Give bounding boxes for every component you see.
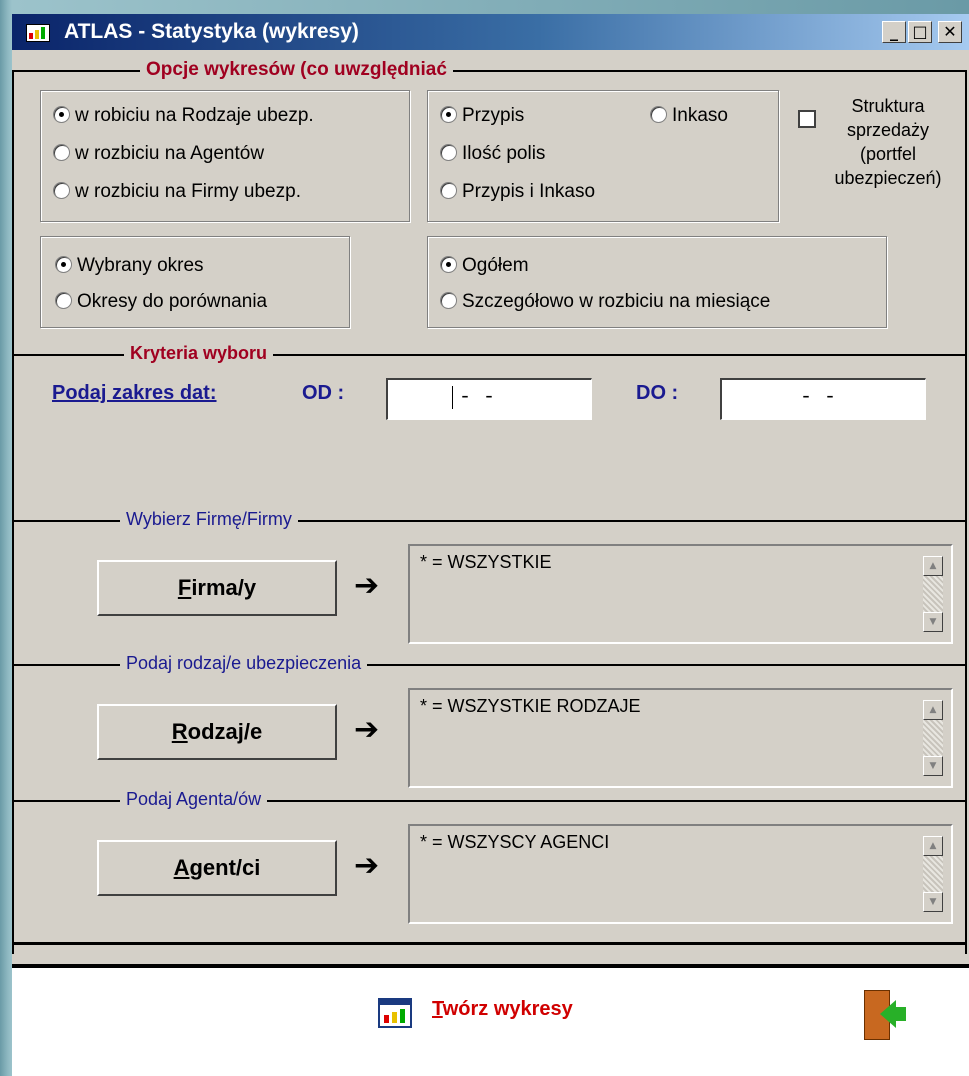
- radio-unchecked-icon: [440, 182, 457, 199]
- radio-by-firms[interactable]: w rozbiciu na Firmy ubezp.: [53, 181, 301, 203]
- radio-inkaso[interactable]: Inkaso: [650, 105, 728, 127]
- criteria-section-title: Kryteria wyboru: [124, 343, 274, 364]
- breakdown-group: w robiciu na Rodzaje ubezp. w rozbiciu n…: [40, 90, 410, 222]
- kind-section-title: Podaj rodzaj/e ubezpieczenia: [120, 653, 368, 674]
- radio-monthly-detail[interactable]: Szczegółowo w rozbiciu na miesiące: [440, 291, 770, 313]
- scroll-up-button[interactable]: ▲: [923, 700, 943, 720]
- chart-icon-bar: [392, 1012, 397, 1023]
- date-from-input[interactable]: - -: [386, 378, 592, 420]
- form-bottom-line: [12, 942, 967, 945]
- radio-unchecked-icon: [53, 144, 70, 161]
- arrow-right-icon: ➔: [354, 848, 380, 883]
- radio-przypis[interactable]: Przypis: [440, 105, 524, 127]
- value-type-group: Przypis Inkaso Ilość polis Przypis i Ink…: [427, 90, 779, 222]
- frame-right-line: [965, 70, 967, 954]
- chart-icon-bar: [400, 1009, 405, 1023]
- statistics-window: ATLAS - Statystyka (wykresy) _ □ ✕ Opcje…: [12, 14, 969, 1076]
- radio-compare-periods[interactable]: Okresy do porównania: [55, 291, 267, 313]
- radio-unchecked-icon: [55, 292, 72, 309]
- radio-unchecked-icon: [440, 292, 457, 309]
- exit-arrow-tail: [894, 1007, 906, 1021]
- exit-door-icon[interactable]: [862, 990, 908, 1040]
- arrow-right-icon: ➔: [354, 568, 380, 603]
- scroll-down-button[interactable]: ▼: [923, 892, 943, 912]
- radio-by-insurance-kind[interactable]: w robiciu na Rodzaje ubezp.: [53, 105, 314, 127]
- options-section-title: Opcje wykresów (co uwzględniać: [140, 59, 453, 81]
- scrollbar-track[interactable]: [923, 720, 943, 756]
- radio-checked-icon: [440, 106, 457, 123]
- arrow-right-icon: ➔: [354, 712, 380, 747]
- selected-kinds-list[interactable]: * = WSZYSTKIE RODZAJE ▲ ▼: [408, 688, 953, 788]
- chart-app-icon: [26, 24, 50, 42]
- scrollbar-track[interactable]: [923, 576, 943, 612]
- radio-przypis-and-inkaso[interactable]: Przypis i Inkaso: [440, 181, 595, 203]
- chart-icon[interactable]: [378, 998, 412, 1028]
- to-label: DO :: [636, 382, 679, 404]
- from-label: OD :: [302, 382, 345, 404]
- title-bar[interactable]: ATLAS - Statystyka (wykresy) _ □ ✕: [12, 14, 969, 50]
- window-title: ATLAS - Statystyka (wykresy): [64, 20, 359, 43]
- radio-overall[interactable]: Ogółem: [440, 255, 529, 277]
- firm-section-title: Wybierz Firmę/Firmy: [120, 509, 298, 530]
- select-agents-button[interactable]: Agent/ci: [97, 840, 337, 896]
- agent-section-title: Podaj Agenta/ów: [120, 789, 268, 810]
- date-to-input[interactable]: - -: [720, 378, 926, 420]
- radio-checked-icon: [55, 256, 72, 273]
- frame-left-line: [12, 70, 14, 954]
- radio-checked-icon: [53, 106, 70, 123]
- footer-bar: Twórz wykresy: [12, 964, 969, 1076]
- radio-by-agents[interactable]: w rozbiciu na Agentów: [53, 143, 264, 165]
- radio-unchecked-icon: [650, 106, 667, 123]
- maximize-button[interactable]: □: [908, 21, 932, 43]
- selected-firms-list[interactable]: * = WSZYSTKIE ▲ ▼: [408, 544, 953, 644]
- close-button[interactable]: ✕: [938, 21, 962, 43]
- chart-icon-header: [380, 1000, 410, 1005]
- period-group: Wybrany okres Okresy do porównania: [40, 236, 350, 328]
- scroll-down-button[interactable]: ▼: [923, 612, 943, 632]
- selected-agents-list[interactable]: * = WSZYSCY AGENCI ▲ ▼: [408, 824, 953, 924]
- detail-group: Ogółem Szczegółowo w rozbiciu na miesiąc…: [427, 236, 887, 328]
- select-kinds-button[interactable]: Rodzaj/e: [97, 704, 337, 760]
- scroll-up-button[interactable]: ▲: [923, 556, 943, 576]
- select-firms-button[interactable]: Firma/y: [97, 560, 337, 616]
- scroll-up-button[interactable]: ▲: [923, 836, 943, 856]
- scrollbar-track[interactable]: [923, 856, 943, 892]
- radio-unchecked-icon: [440, 144, 457, 161]
- date-range-label[interactable]: Podaj zakres dat:: [52, 382, 217, 405]
- chart-icon-bar: [384, 1015, 389, 1023]
- minimize-button[interactable]: _: [882, 21, 906, 43]
- radio-selected-period[interactable]: Wybrany okres: [55, 255, 204, 277]
- create-charts-link[interactable]: Twórz wykresy: [432, 998, 573, 1021]
- sales-structure-label: Struktura sprzedaży (portfel ubezpieczeń…: [834, 96, 942, 188]
- radio-checked-icon: [440, 256, 457, 273]
- scroll-down-button[interactable]: ▼: [923, 756, 943, 776]
- radio-policy-count[interactable]: Ilość polis: [440, 143, 545, 165]
- radio-unchecked-icon: [53, 182, 70, 199]
